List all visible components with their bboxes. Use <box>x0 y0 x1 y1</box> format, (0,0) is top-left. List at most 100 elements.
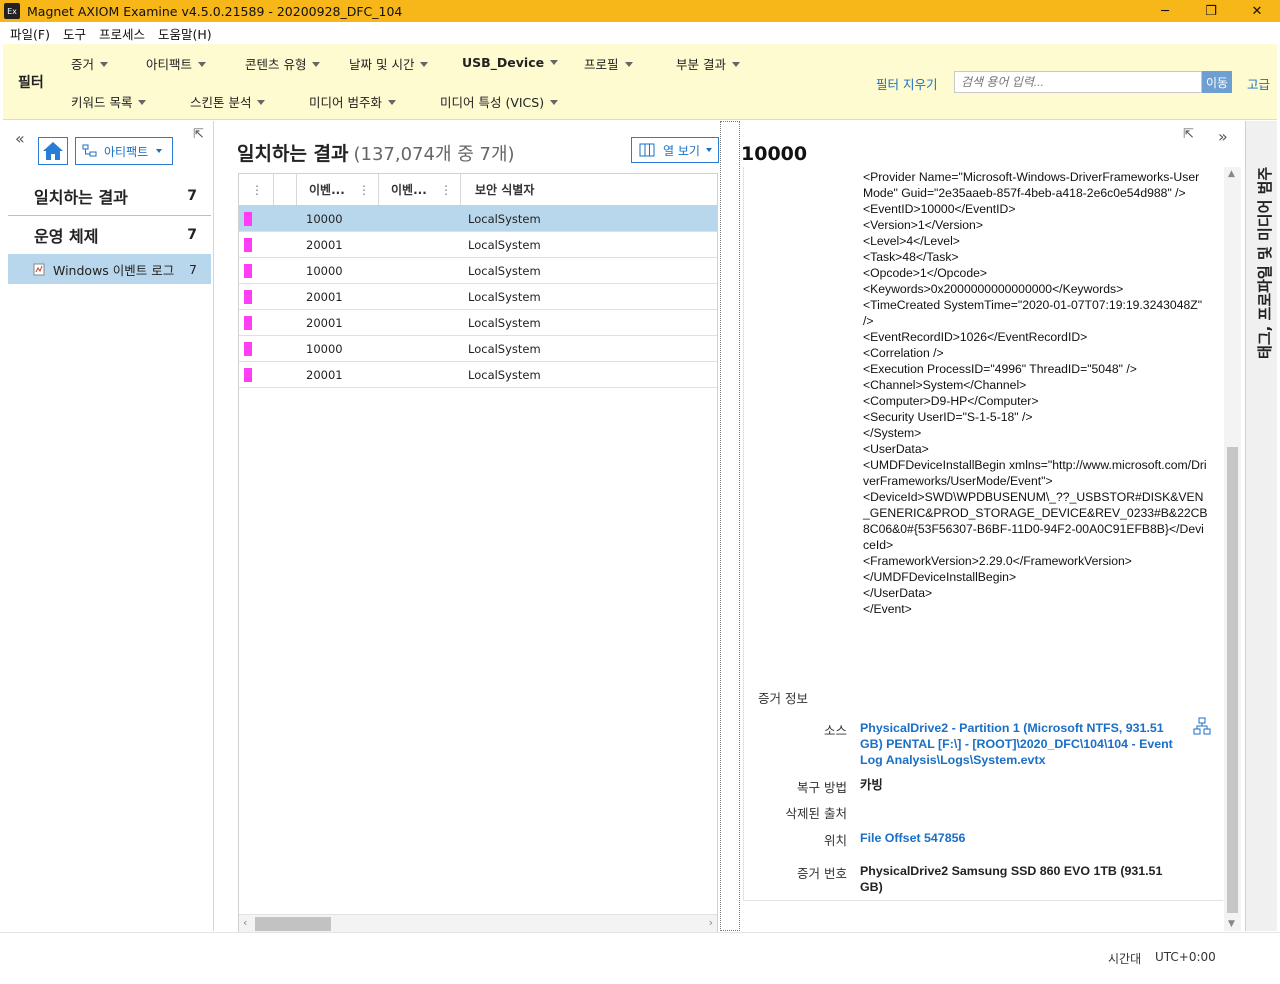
results-panel: 일치하는 결과 (137,074개 중 7개) 열 보기 ⋮ 이벤... ⋮ 이벤.… <box>220 121 720 933</box>
tags-profiles-media-tab[interactable]: 태그, 프로파일 및 미디어 범주 <box>1245 121 1277 931</box>
tag-color-marker <box>244 289 252 304</box>
collapse-left-icon[interactable]: « <box>15 129 25 148</box>
minimize-button[interactable]: ─ <box>1142 0 1188 22</box>
deleted-source-label: 삭제된 출처 <box>785 806 847 821</box>
table-row[interactable]: 20001 LocalSystem <box>239 310 717 336</box>
horizontal-scrollbar[interactable]: ‹ › <box>239 914 717 932</box>
clear-filters-link[interactable]: 필터 지우기 <box>876 74 937 93</box>
hierarchy-icon[interactable] <box>1193 717 1211 735</box>
column-event-2[interactable]: 이벤... ⋮ <box>379 174 461 205</box>
table-row[interactable]: 10000 LocalSystem <box>239 258 717 284</box>
artifact-view-dropdown[interactable]: 아티팩트 <box>75 137 173 165</box>
scroll-up-icon[interactable]: ▲ <box>1228 169 1235 179</box>
menu-file[interactable]: 파일(F) <box>10 24 50 43</box>
menu-help[interactable]: 도움말(H) <box>158 24 212 43</box>
nav-matching-results[interactable]: 일치하는 결과 7 <box>8 177 211 215</box>
home-button[interactable] <box>38 137 68 165</box>
details-panel: 10000 ⇱ » <Provider Name="Microsoft-Wind… <box>741 121 1243 931</box>
status-bar: 시간대 UTC+0:00 <box>0 932 1280 984</box>
advanced-link[interactable]: 고급 <box>1247 74 1270 93</box>
event-id-cell: 20001 <box>306 237 343 252</box>
chevron-down-icon <box>420 62 429 67</box>
chevron-down-icon <box>100 62 109 67</box>
results-count: (137,074개 중 7개) <box>353 144 515 165</box>
filter-artifacts[interactable]: 아티팩트 <box>146 54 207 73</box>
event-log-icon <box>33 263 45 275</box>
nav-operating-system[interactable]: 운영 체제 7 <box>8 216 211 254</box>
table-row[interactable]: 20001 LocalSystem <box>239 362 717 388</box>
column-flag[interactable] <box>274 174 297 205</box>
title-bar: Ex Magnet AXIOM Examine v4.5.0.21589 - 2… <box>0 0 1280 22</box>
chevron-down-icon <box>387 100 396 105</box>
results-title: 일치하는 결과 (137,074개 중 7개) <box>237 143 515 165</box>
tag-cell <box>239 367 274 382</box>
scroll-thumb[interactable] <box>1227 447 1238 913</box>
security-id-cell: LocalSystem <box>468 289 541 304</box>
filter-content-type[interactable]: 콘텐츠 유형 <box>245 54 321 73</box>
tag-color-marker <box>244 367 252 382</box>
table-row[interactable]: 10000 LocalSystem <box>239 206 717 232</box>
column-tag[interactable]: ⋮ <box>239 174 274 205</box>
chevron-down-icon <box>257 100 266 105</box>
app-icon: Ex <box>4 3 20 19</box>
filter-media-categorization[interactable]: 미디어 범주화 <box>309 92 396 111</box>
chevron-down-icon <box>731 62 740 67</box>
timezone-value[interactable]: UTC+0:00 <box>1155 950 1216 964</box>
tag-cell <box>239 237 274 252</box>
chevron-down-icon <box>312 62 321 67</box>
vertical-scrollbar[interactable]: ▲ ▼ <box>1224 167 1241 931</box>
filter-partial-results[interactable]: 부분 결과 <box>676 54 740 73</box>
search-input[interactable] <box>954 71 1202 93</box>
filter-media-attributes[interactable]: 미디어 특성 (VICS) <box>440 92 559 111</box>
location-label: 위치 <box>823 833 847 848</box>
scroll-right-icon[interactable]: › <box>709 916 713 929</box>
grid-body: 10000 LocalSystem 20001 LocalSystem 10000 Loc… <box>239 206 717 388</box>
pin-icon[interactable]: ⇱ <box>193 127 204 142</box>
filter-profile[interactable]: 프로필 <box>584 54 633 73</box>
filter-skin-tone[interactable]: 스킨톤 분석 <box>190 92 266 111</box>
tag-cell <box>239 315 274 330</box>
vertical-tab-label: 태그, 프로파일 및 미디어 범주 <box>1256 166 1274 359</box>
chevron-down-icon <box>705 148 712 152</box>
scroll-left-icon[interactable]: ‹ <box>243 916 247 929</box>
security-id-cell: LocalSystem <box>468 237 541 252</box>
menu-tools[interactable]: 도구 <box>63 24 86 43</box>
table-row[interactable]: 10000 LocalSystem <box>239 336 717 362</box>
menu-process[interactable]: 프로세스 <box>99 24 145 43</box>
collapse-right-icon[interactable]: » <box>1218 127 1228 146</box>
event-xml: <Provider Name="Microsoft-Windows-Driver… <box>863 170 1208 616</box>
panel-splitter[interactable] <box>720 121 740 931</box>
filter-date-time[interactable]: 날짜 및 시간 <box>349 54 429 73</box>
evidence-number-value: PhysicalDrive2 Samsung SSD 860 EVO 1TB (… <box>860 864 1163 894</box>
location-link[interactable]: File Offset 547856 <box>860 830 1180 846</box>
maximize-button[interactable]: ❐ <box>1188 0 1234 22</box>
filter-usb-device[interactable]: USB_Device <box>462 55 559 70</box>
close-button[interactable]: ✕ <box>1234 0 1280 22</box>
event-id-cell: 20001 <box>306 367 343 382</box>
column-event-id[interactable]: 이벤... ⋮ <box>297 174 379 205</box>
go-button[interactable]: 이동 <box>1202 71 1232 93</box>
filter-keyword-list[interactable]: 키워드 목록 <box>71 92 147 111</box>
scroll-thumb[interactable] <box>255 917 331 931</box>
tag-color-marker <box>244 237 252 252</box>
scroll-down-icon[interactable]: ▼ <box>1228 919 1235 929</box>
source-link[interactable]: PhysicalDrive2 - Partition 1 (Microsoft … <box>860 720 1180 768</box>
security-id-cell: LocalSystem <box>468 341 541 356</box>
column-view-button[interactable]: 열 보기 <box>631 137 719 163</box>
chevron-down-icon <box>156 149 163 153</box>
filter-evidence[interactable]: 증거 <box>71 54 109 73</box>
details-title: 10000 <box>741 143 808 165</box>
home-icon <box>43 142 63 160</box>
pin-icon[interactable]: ⇱ <box>1183 127 1194 142</box>
tree-view-icon <box>82 144 97 157</box>
table-row[interactable]: 20001 LocalSystem <box>239 232 717 258</box>
menu-bar: 파일(F) 도구 프로세스 도움말(H) <box>0 22 1280 44</box>
nav-windows-event-logs[interactable]: Windows 이벤트 로그 7 <box>8 254 211 284</box>
table-row[interactable]: 20001 LocalSystem <box>239 284 717 310</box>
event-id-cell: 20001 <box>306 315 343 330</box>
chevron-down-icon <box>550 60 559 65</box>
column-security-id[interactable]: 보안 식별자 <box>461 174 717 205</box>
timezone-label: 시간대 <box>1108 952 1142 966</box>
recovery-method-value: 카빙 <box>860 778 883 792</box>
security-id-cell: LocalSystem <box>468 315 541 330</box>
